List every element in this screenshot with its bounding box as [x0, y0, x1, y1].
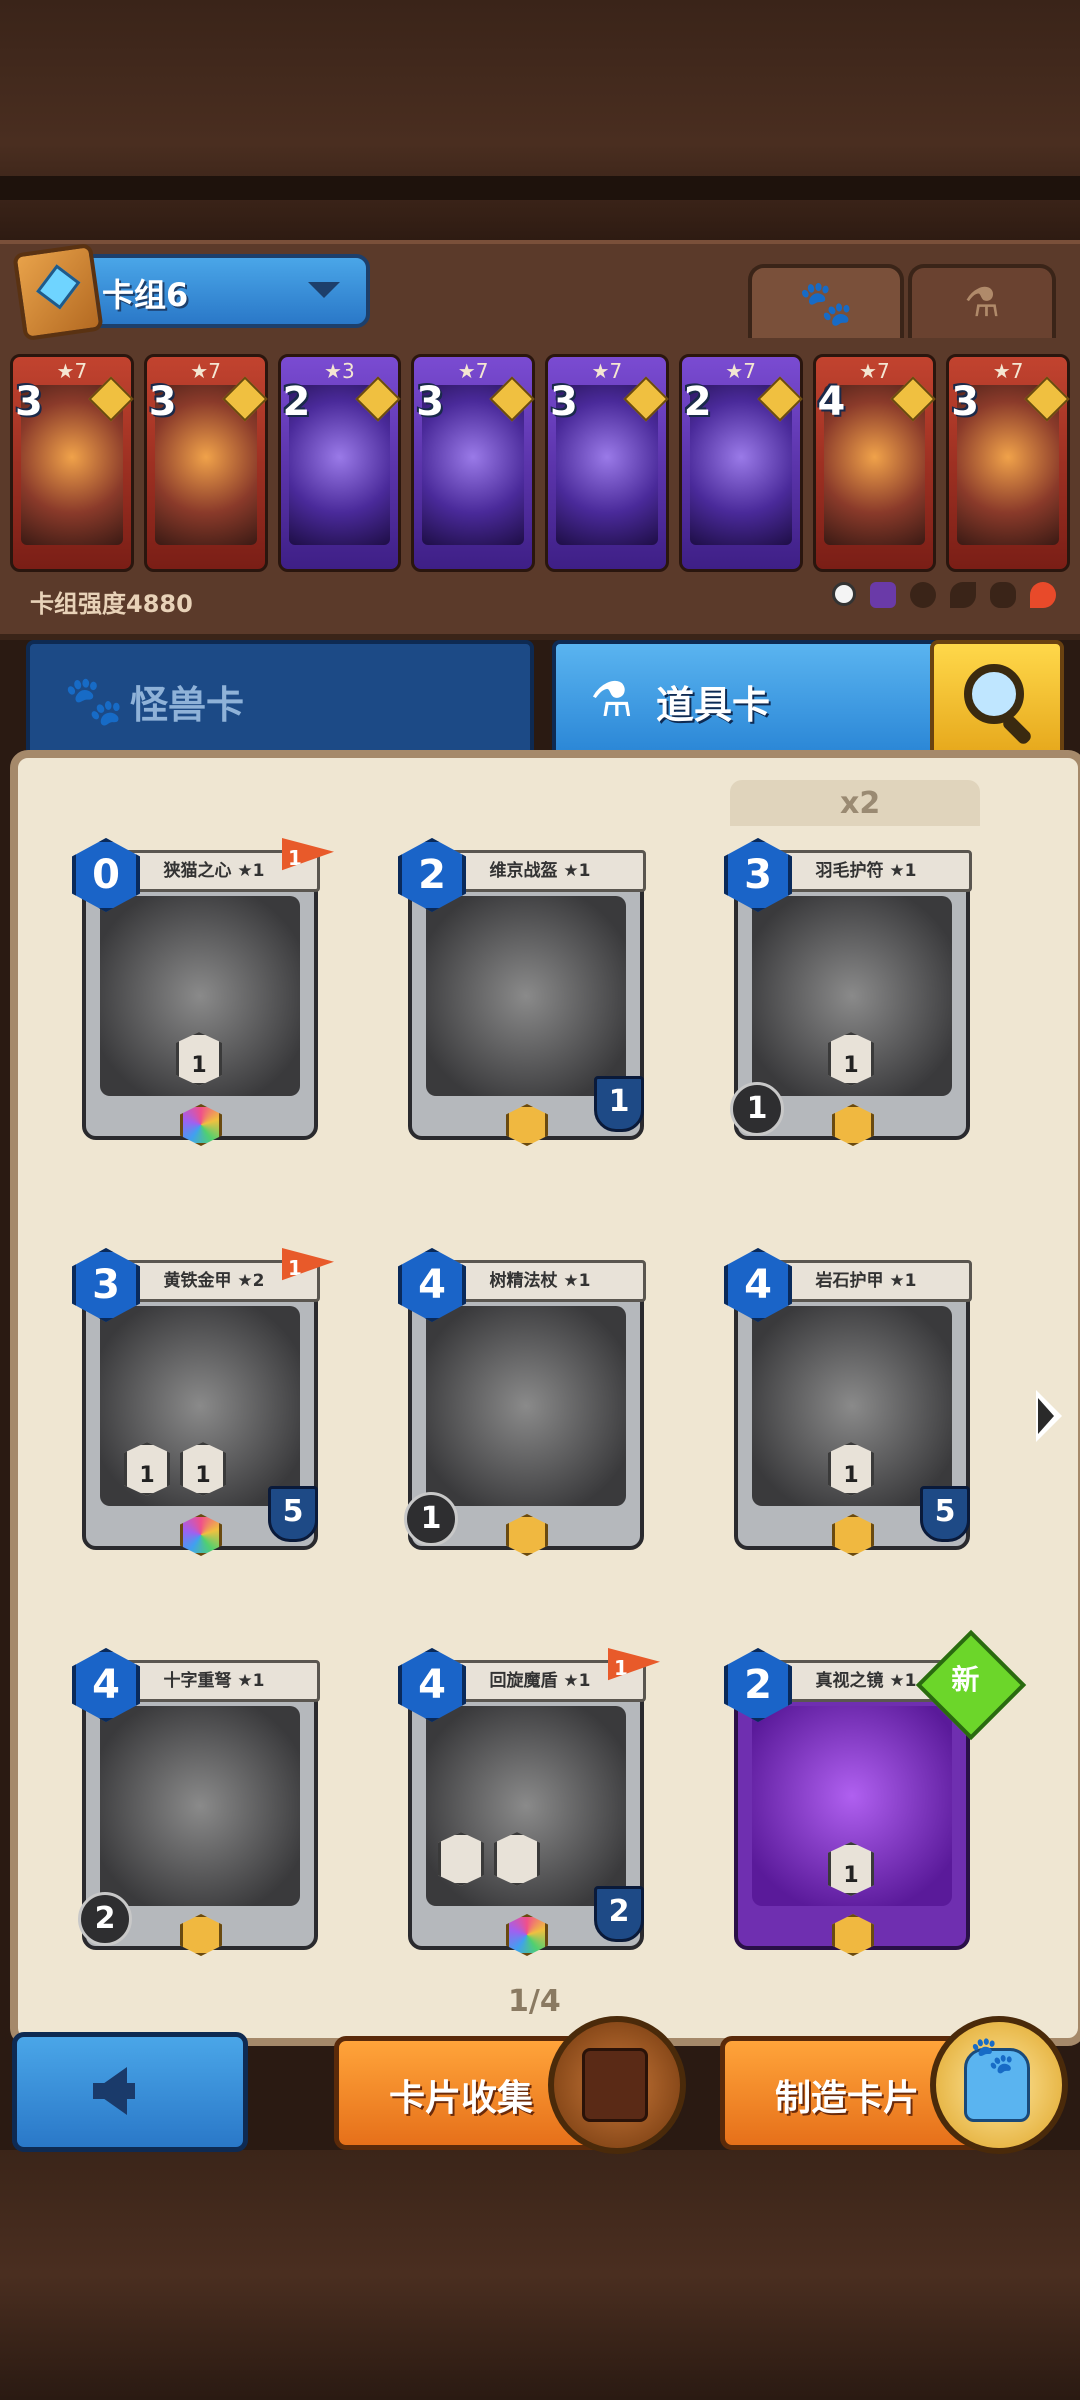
skill-badge: 1 [828, 1032, 874, 1086]
chevron-down-icon [308, 282, 340, 298]
defense-shield: 5 [268, 1486, 318, 1542]
deck-card[interactable]: ★7 2 [678, 354, 803, 572]
deck-card-cost: 3 [15, 379, 43, 425]
search-button[interactable] [930, 640, 1064, 758]
attack-badge: 1 [404, 1492, 458, 1546]
item-card[interactable]: 回旋魔盾 ★1 4 1 2 [398, 1632, 660, 1962]
tab-monster-label: 怪兽卡 [130, 683, 245, 727]
potion-jar-icon[interactable]: 🐾 [930, 2016, 1068, 2154]
search-icon [964, 664, 1024, 724]
item-card[interactable]: 十字重弩 ★1 4 2 [72, 1632, 320, 1962]
fire-icon[interactable] [1030, 582, 1056, 608]
deck-card-cost: 3 [148, 379, 177, 425]
attack-badge: 1 [730, 1082, 784, 1136]
item-card[interactable]: 黄铁金甲 ★2 3 1 1 1 5 [72, 1232, 334, 1562]
bottom-wood-frame [0, 2150, 1080, 2400]
deck-card-cost: 3 [550, 379, 578, 425]
item-card[interactable]: 狭猫之心 ★1 0 1 1 [72, 822, 334, 1152]
tab-item-cards[interactable]: ⚗ 道具卡 [552, 640, 940, 758]
deck-card[interactable]: ★3 2 [277, 354, 402, 572]
circle-icon[interactable] [832, 582, 856, 606]
potion-icon: ⚗ [590, 672, 634, 728]
deck-card[interactable]: ★7 4 [812, 354, 937, 572]
defense-shield: 2 [594, 1886, 644, 1942]
helmet-art [426, 896, 626, 1096]
tab-item-label: 道具卡 [656, 683, 771, 727]
deck-card[interactable]: ★7 3 [143, 354, 268, 572]
back-button[interactable] [12, 2032, 248, 2152]
tab-potion-deck[interactable]: ⚗ [908, 264, 1056, 338]
staff-art [426, 1306, 626, 1506]
claw-skill-icon [494, 1832, 540, 1886]
attack-badge: 2 [78, 1892, 132, 1946]
deck-filter-icons [832, 582, 1056, 608]
search-handle [1000, 713, 1034, 747]
deck-card-cost: 3 [416, 379, 445, 425]
tab-monster-deck[interactable]: 🐾 [748, 264, 904, 338]
top-wood-frame [0, 0, 1080, 240]
new-badge-label: 新 [951, 1662, 980, 1696]
next-page-arrow-icon[interactable] [1036, 1390, 1062, 1442]
deck-card-cost: 3 [951, 379, 980, 425]
item-card[interactable]: 岩石护甲 ★1 4 1 5 [724, 1232, 972, 1562]
skill-badge: 1 [176, 1032, 222, 1086]
deck-selector-dropdown[interactable]: 卡组6 [12, 242, 370, 342]
deck-card-row: ★7 3 ★7 3 ★3 2 ★7 3 ★7 3 ★7 2 ★7 4 ★7 3 [10, 354, 1070, 574]
defense-shield: 1 [594, 1076, 644, 1132]
item-card[interactable]: 维京战盔 ★1 2 1 [398, 822, 646, 1152]
wing-icon[interactable] [950, 582, 976, 608]
deck-card[interactable]: ★7 3 [10, 354, 134, 572]
shield-icon[interactable] [870, 582, 896, 608]
book-cover [582, 2048, 648, 2122]
skill-badge: 1 [180, 1442, 226, 1496]
paw-icon: 🐾 [798, 278, 854, 329]
deck-card-cost: 2 [683, 379, 712, 425]
card-book-icon[interactable] [548, 2016, 686, 2154]
deck-card[interactable]: ★7 3 [545, 354, 669, 572]
deck-card[interactable]: ★7 3 [411, 354, 535, 572]
deck-strength: 卡组强度4880 [30, 590, 193, 618]
deck-book-icon [12, 242, 104, 342]
deck-card[interactable]: ★7 3 [946, 354, 1070, 572]
bird-icon[interactable] [990, 582, 1016, 608]
skill-badge: 1 [828, 1442, 874, 1496]
craft-card-label: 制造卡片 [775, 2078, 920, 2119]
skill-badge: 1 [124, 1442, 170, 1496]
tab-monster-cards[interactable]: 🐾 怪兽卡 [26, 640, 534, 758]
eye-skill-icon [438, 1832, 484, 1886]
deck-card-cost: 4 [817, 379, 846, 425]
defense-shield: 5 [920, 1486, 970, 1542]
crossbow-art [100, 1706, 300, 1906]
back-arrow-icon [93, 2067, 135, 2115]
paw-icon: 🐾 [970, 2035, 1015, 2076]
paw-icon[interactable] [910, 582, 936, 608]
potion-icon: ⚗ [964, 280, 1000, 326]
deck-selector-label: 卡组6 [102, 276, 189, 314]
skill-badge: 1 [828, 1842, 874, 1896]
item-card[interactable]: 羽毛护符 ★1 3 1 1 [724, 822, 972, 1152]
deck-card-cost: 2 [282, 379, 311, 425]
item-card[interactable]: 真视之镜 ★1 2 1 新 [724, 1629, 1027, 1962]
paw-icon: 🐾 [64, 673, 124, 729]
item-card[interactable]: 树精法杖 ★1 4 1 [398, 1232, 646, 1562]
duplicate-count: x2 [840, 786, 881, 821]
deck-panel: 卡组6 🐾 ⚗ ★7 3 ★7 3 ★3 2 ★7 3 ★7 3 ★7 2 ★7… [0, 240, 1080, 640]
page-indicator: 1/4 [508, 1984, 561, 2019]
card-collection-label: 卡片收集 [389, 2078, 534, 2119]
